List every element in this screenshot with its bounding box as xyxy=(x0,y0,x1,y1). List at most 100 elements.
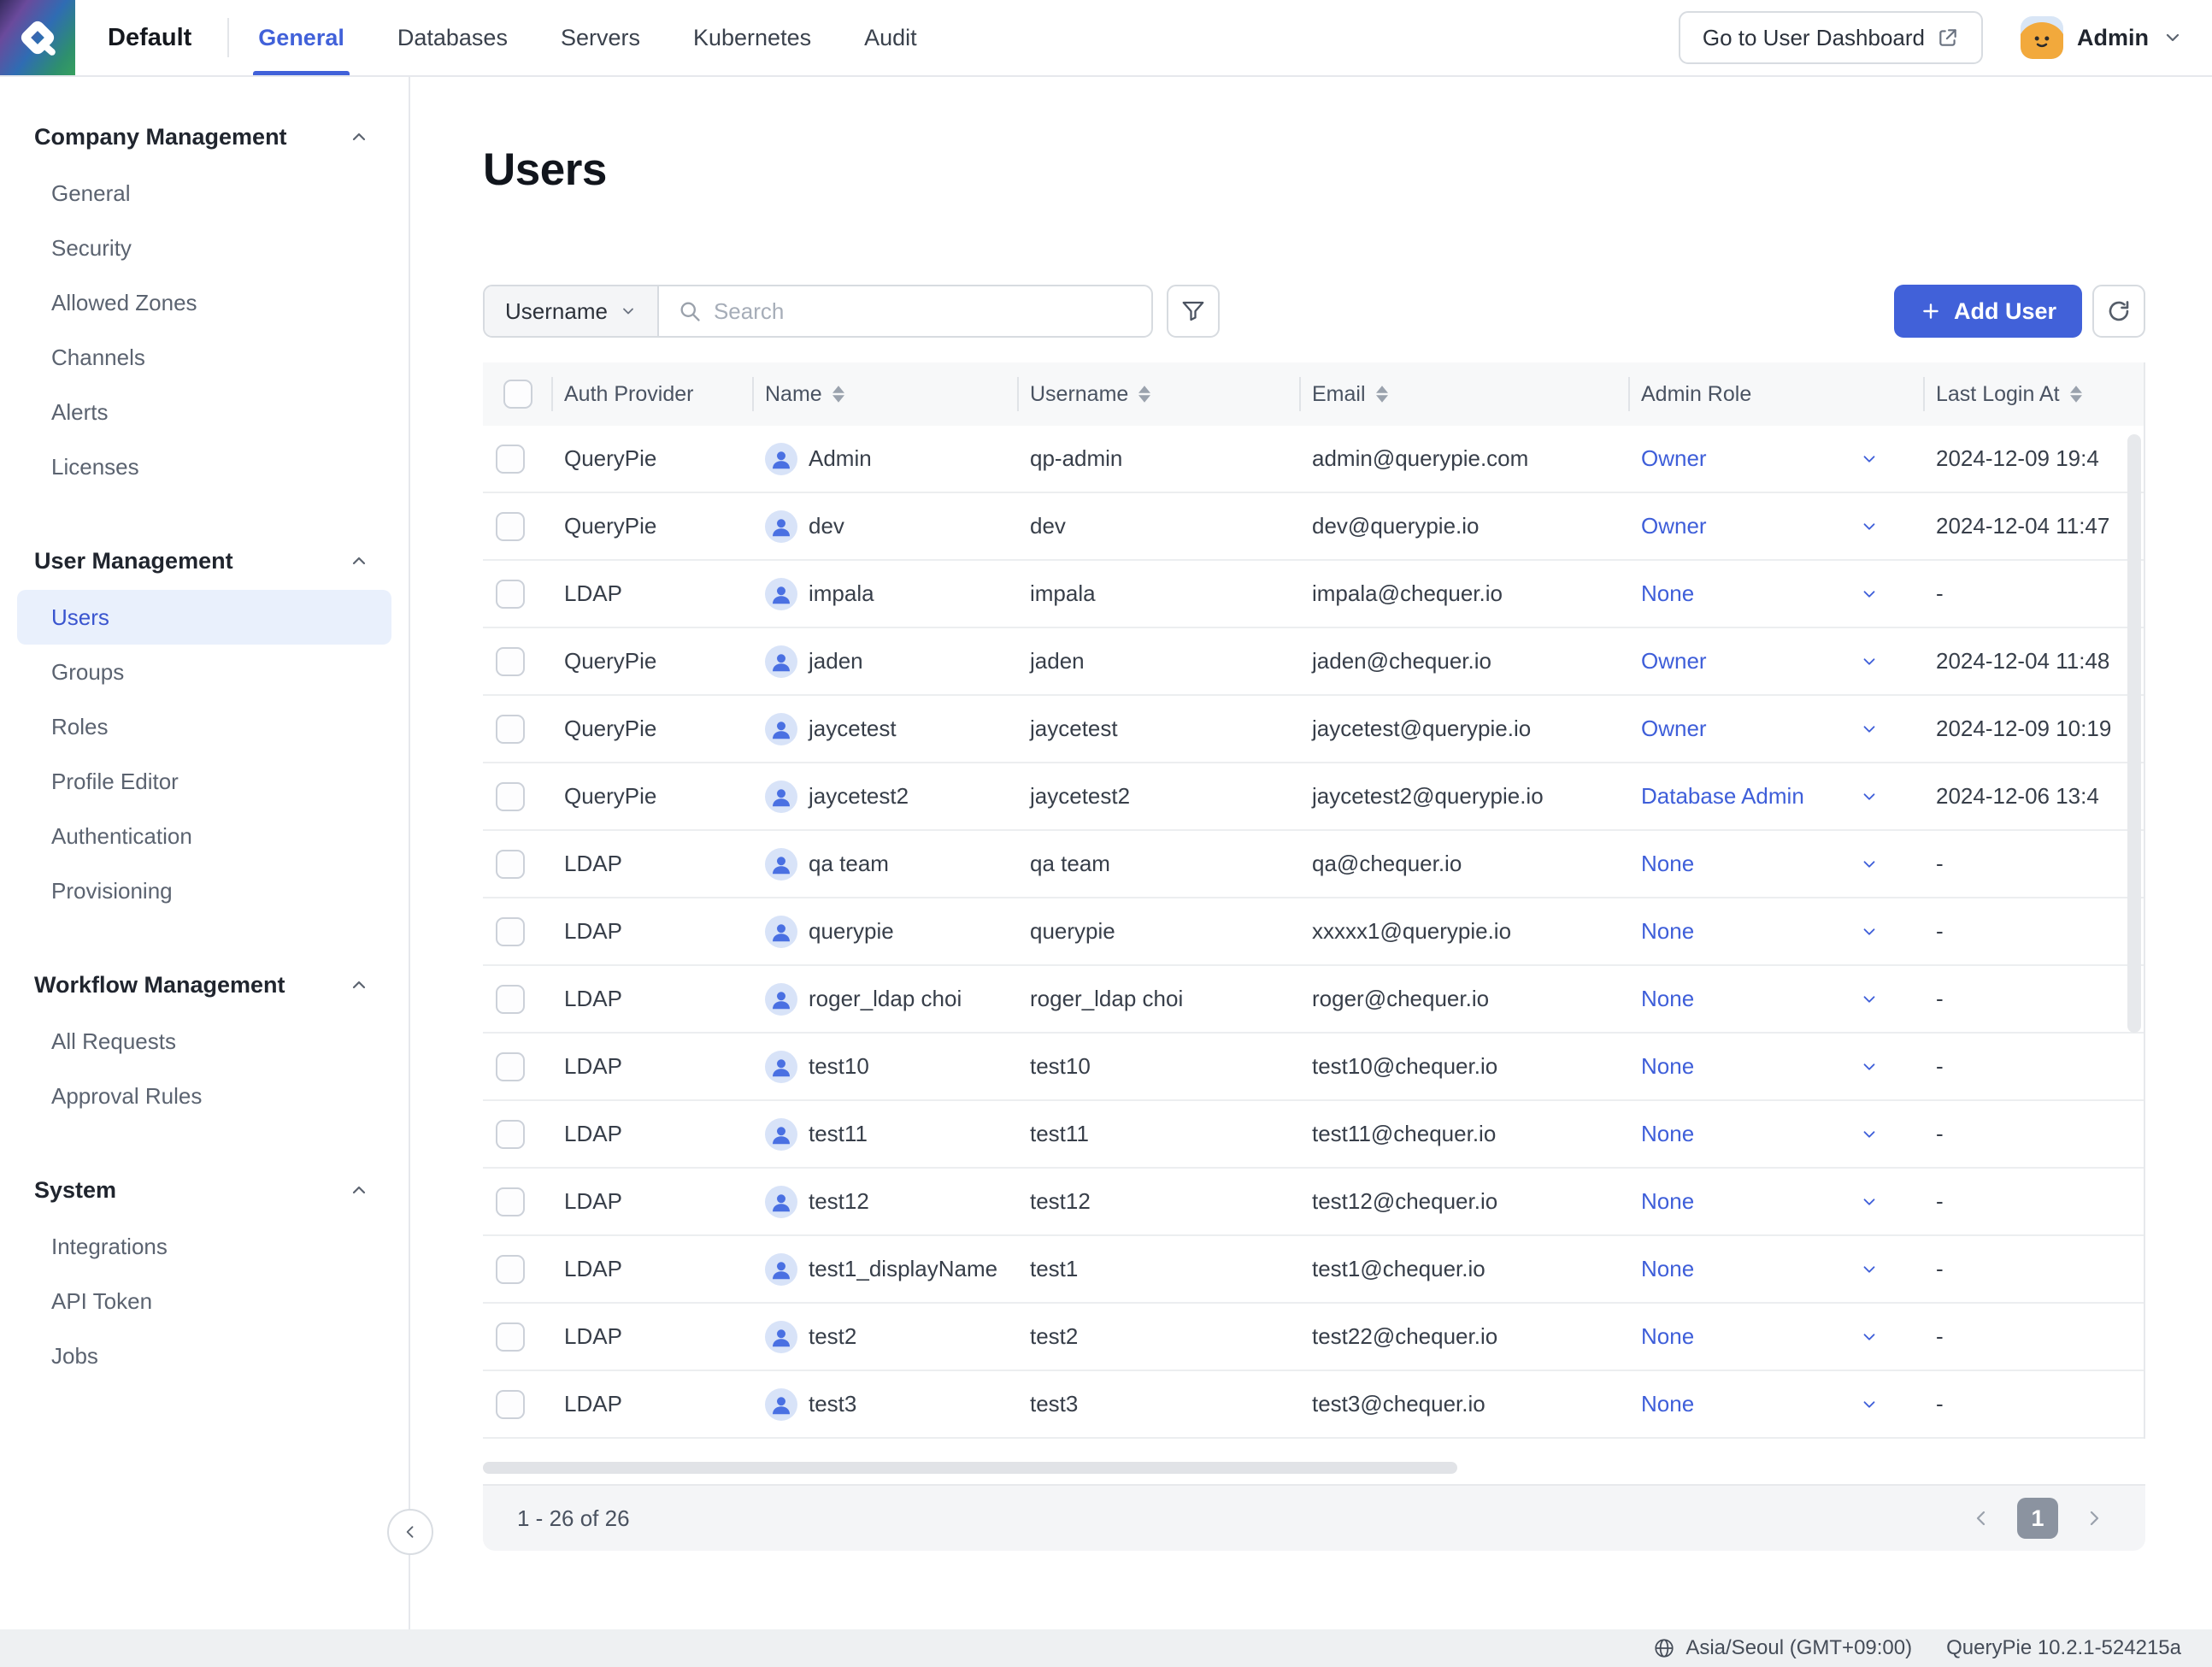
row-checkbox[interactable] xyxy=(496,916,525,946)
chevron-down-icon[interactable] xyxy=(1860,1328,1879,1346)
admin-role-link[interactable]: Owner xyxy=(1641,445,1707,472)
status-footer: Asia/Seoul (GMT+09:00) QueryPie 10.2.1-5… xyxy=(0,1629,2212,1667)
prev-page-button[interactable] xyxy=(1964,1501,1998,1535)
tab-audit[interactable]: Audit xyxy=(864,0,917,75)
user-name-text: test12 xyxy=(809,1188,869,1214)
chevron-down-icon[interactable] xyxy=(1860,517,1879,536)
sidebar-item-authentication[interactable]: Authentication xyxy=(17,809,391,863)
tab-general[interactable]: General xyxy=(253,0,350,75)
chevron-down-icon[interactable] xyxy=(1860,652,1879,671)
sidebar-collapse-button[interactable] xyxy=(387,1509,433,1555)
refresh-button[interactable] xyxy=(2092,285,2145,338)
sidebar-section-header[interactable]: Workflow Management xyxy=(0,964,409,1005)
user-menu[interactable]: Admin xyxy=(2021,16,2183,59)
admin-role-link[interactable]: Database Admin xyxy=(1641,783,1804,810)
row-checkbox[interactable] xyxy=(496,1187,525,1216)
next-page-button[interactable] xyxy=(2077,1501,2111,1535)
admin-role-link[interactable]: None xyxy=(1641,1391,1694,1417)
sort-icon[interactable] xyxy=(832,386,844,403)
sidebar-item-profile-editor[interactable]: Profile Editor xyxy=(17,754,391,809)
admin-role-link[interactable]: None xyxy=(1641,851,1694,877)
chevron-down-icon[interactable] xyxy=(1860,855,1879,874)
sidebar-item-allowed-zones[interactable]: Allowed Zones xyxy=(17,275,391,330)
column-header-admin-role: Admin Role xyxy=(1628,362,1923,426)
tab-databases[interactable]: Databases xyxy=(397,0,508,75)
row-checkbox[interactable] xyxy=(496,714,525,744)
sidebar-section-header[interactable]: Company Management xyxy=(0,116,409,157)
column-header-email[interactable]: Email xyxy=(1299,362,1628,426)
row-checkbox[interactable] xyxy=(496,1119,525,1149)
admin-role-link[interactable]: None xyxy=(1641,1121,1694,1147)
tab-servers[interactable]: Servers xyxy=(561,0,640,75)
vertical-scrollbar[interactable] xyxy=(2127,434,2141,1033)
add-user-button[interactable]: Add User xyxy=(1893,285,2082,338)
admin-role-link[interactable]: None xyxy=(1641,1188,1694,1215)
admin-role-link[interactable]: None xyxy=(1641,580,1694,607)
row-checkbox[interactable] xyxy=(496,781,525,811)
sidebar-item-groups[interactable]: Groups xyxy=(17,645,391,699)
row-checkbox[interactable] xyxy=(496,1254,525,1284)
sidebar-item-approval-rules[interactable]: Approval Rules xyxy=(17,1069,391,1123)
sort-icon[interactable] xyxy=(1138,386,1151,403)
chevron-down-icon[interactable] xyxy=(1860,585,1879,604)
search-input[interactable] xyxy=(713,297,1132,325)
sidebar-item-users[interactable]: Users xyxy=(17,590,391,645)
admin-role-link[interactable]: None xyxy=(1641,1323,1694,1350)
row-checkbox[interactable] xyxy=(496,579,525,609)
go-to-user-dashboard-button[interactable]: Go to User Dashboard xyxy=(1678,11,1983,64)
chevron-up-icon xyxy=(352,981,366,989)
chevron-down-icon[interactable] xyxy=(1860,922,1879,941)
chevron-down-icon[interactable] xyxy=(1860,1395,1879,1414)
filter-button[interactable] xyxy=(1166,285,1220,338)
admin-role-link[interactable]: None xyxy=(1641,918,1694,945)
chevron-down-icon[interactable] xyxy=(1860,450,1879,468)
chevron-down-icon[interactable] xyxy=(1860,1057,1879,1076)
row-checkbox[interactable] xyxy=(496,849,525,879)
sidebar-item-licenses[interactable]: Licenses xyxy=(17,439,391,494)
sidebar-item-security[interactable]: Security xyxy=(17,221,391,275)
chevron-down-icon[interactable] xyxy=(1860,787,1879,806)
admin-role-link[interactable]: Owner xyxy=(1641,716,1707,742)
row-checkbox[interactable] xyxy=(496,1322,525,1352)
column-header-last-login-at[interactable]: Last Login At xyxy=(1923,362,2145,426)
row-checkbox[interactable] xyxy=(496,646,525,676)
chevron-down-icon[interactable] xyxy=(1860,1125,1879,1144)
admin-role-link[interactable]: None xyxy=(1641,1256,1694,1282)
row-checkbox[interactable] xyxy=(496,1389,525,1419)
tab-kubernetes[interactable]: Kubernetes xyxy=(693,0,811,75)
querypie-logo[interactable] xyxy=(0,0,75,75)
sort-icon[interactable] xyxy=(1375,386,1388,403)
sidebar-item-api-token[interactable]: API Token xyxy=(17,1274,391,1328)
admin-role-link[interactable]: Owner xyxy=(1641,513,1707,539)
row-checkbox[interactable] xyxy=(496,444,525,474)
sidebar-item-roles[interactable]: Roles xyxy=(17,699,391,754)
chevron-down-icon[interactable] xyxy=(1860,1193,1879,1211)
current-page[interactable]: 1 xyxy=(2017,1498,2058,1539)
sidebar-item-general[interactable]: General xyxy=(17,166,391,221)
column-header-name[interactable]: Name xyxy=(752,362,1017,426)
sidebar-section-header[interactable]: User Management xyxy=(0,540,409,581)
admin-role-link[interactable]: Owner xyxy=(1641,648,1707,674)
admin-role-link[interactable]: None xyxy=(1641,1053,1694,1080)
row-checkbox[interactable] xyxy=(496,511,525,541)
chevron-down-icon[interactable] xyxy=(1860,1260,1879,1279)
search-field-dropdown[interactable]: Username xyxy=(485,286,659,336)
row-checkbox[interactable] xyxy=(496,1051,525,1081)
select-all-checkbox[interactable] xyxy=(503,380,532,409)
username-cell: dev xyxy=(1030,513,1066,539)
sidebar-item-alerts[interactable]: Alerts xyxy=(17,385,391,439)
sort-icon[interactable] xyxy=(2069,386,2082,403)
chevron-down-icon[interactable] xyxy=(1860,720,1879,739)
page-range: 1 - 26 of 26 xyxy=(517,1505,630,1531)
sidebar-item-provisioning[interactable]: Provisioning xyxy=(17,863,391,918)
sidebar-item-jobs[interactable]: Jobs xyxy=(17,1328,391,1383)
sidebar-item-integrations[interactable]: Integrations xyxy=(17,1219,391,1274)
admin-role-link[interactable]: None xyxy=(1641,986,1694,1012)
row-checkbox[interactable] xyxy=(496,984,525,1014)
column-header-username[interactable]: Username xyxy=(1017,362,1299,426)
chevron-down-icon[interactable] xyxy=(1860,990,1879,1009)
sidebar-item-all-requests[interactable]: All Requests xyxy=(17,1014,391,1069)
horizontal-scrollbar[interactable] xyxy=(483,1462,1457,1474)
sidebar-item-channels[interactable]: Channels xyxy=(17,330,391,385)
sidebar-section-header[interactable]: System xyxy=(0,1169,409,1210)
